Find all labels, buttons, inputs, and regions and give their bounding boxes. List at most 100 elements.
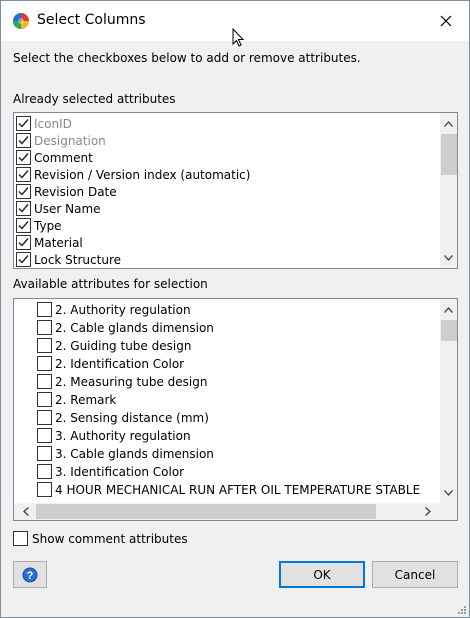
item-label: User Name: [34, 201, 101, 216]
scroll-left-arrow-icon[interactable]: [17, 503, 34, 520]
list-item[interactable]: 2. Guiding tube design: [37, 337, 437, 354]
list-item[interactable]: User Name: [16, 200, 436, 217]
list-item[interactable]: Revision Date: [16, 183, 436, 200]
item-label: 2. Authority regulation: [55, 302, 191, 317]
available-attributes-label: Available attributes for selection: [13, 277, 208, 291]
item-label: 3. Cable glands dimension: [55, 446, 214, 461]
selected-attributes-list[interactable]: Lock Structure Material Type User Name Revis…: [13, 112, 458, 269]
scroll-down-arrow-icon[interactable]: [440, 249, 457, 266]
item-checkbox[interactable]: [37, 410, 52, 425]
item-checkbox[interactable]: [37, 302, 52, 317]
checkmark-icon: [18, 204, 29, 213]
list-item[interactable]: 2. Authority regulation: [37, 301, 437, 318]
item-checkbox[interactable]: [16, 184, 31, 199]
help-button[interactable]: ?: [13, 561, 47, 588]
item-label: 2. Identification Color: [55, 356, 185, 371]
instructions-text: Select the checkboxes below to add or re…: [13, 51, 361, 65]
item-checkbox[interactable]: [16, 150, 31, 165]
item-label: 2. Cable glands dimension: [55, 320, 214, 335]
checkbox-box[interactable]: [13, 531, 28, 546]
list-item[interactable]: Comment: [16, 149, 436, 166]
selected-attributes-label: Already selected attributes: [13, 92, 176, 106]
item-label: 2. Measuring tube design: [55, 374, 208, 389]
hscroll-thumb[interactable]: [36, 504, 376, 519]
checkmark-icon: [18, 153, 29, 162]
item-checkbox[interactable]: [16, 218, 31, 233]
item-label: 2. Guiding tube design: [55, 338, 192, 353]
item-checkbox[interactable]: [37, 464, 52, 479]
window-title: Select Columns: [37, 12, 146, 28]
item-checkbox[interactable]: [37, 320, 52, 335]
mouse-cursor-icon: [232, 28, 245, 47]
scroll-thumb[interactable]: [441, 320, 457, 341]
item-checkbox[interactable]: [37, 446, 52, 461]
item-checkbox[interactable]: [16, 167, 31, 182]
item-checkbox[interactable]: [37, 356, 52, 371]
scrollbar-corner: [440, 503, 457, 520]
scroll-up-arrow-icon[interactable]: [440, 115, 457, 132]
scroll-down-arrow-icon[interactable]: [440, 484, 457, 501]
available-list-vscrollbar[interactable]: [440, 299, 457, 503]
item-checkbox[interactable]: [37, 338, 52, 353]
item-label: 4 HOUR MECHANICAL RUN AFTER OIL TEMPERAT…: [55, 482, 421, 497]
ok-button[interactable]: OK: [279, 561, 365, 588]
cancel-button[interactable]: Cancel: [372, 561, 458, 588]
checkmark-icon: [18, 170, 29, 179]
checkmark-icon: [18, 221, 29, 230]
list-item[interactable]: Type: [16, 217, 436, 234]
scroll-up-arrow-icon[interactable]: [440, 301, 457, 318]
help-icon: ?: [22, 567, 38, 582]
select-columns-dialog: Select Columns Select the checkboxes bel…: [0, 0, 470, 618]
item-checkbox[interactable]: [16, 252, 31, 267]
list-item[interactable]: Designation: [16, 132, 436, 149]
list-item[interactable]: IconID: [16, 115, 436, 132]
selected-list-scrollbar[interactable]: [440, 113, 457, 268]
checkmark-icon: [18, 238, 29, 247]
item-checkbox[interactable]: [37, 482, 52, 497]
list-item[interactable]: 2. Sensing distance (mm): [37, 409, 437, 426]
list-item[interactable]: Lock Structure: [16, 251, 436, 268]
item-checkbox[interactable]: [37, 374, 52, 389]
item-label: Revision / Version index (automatic): [34, 167, 251, 182]
item-checkbox[interactable]: [37, 392, 52, 407]
close-button[interactable]: [431, 8, 461, 34]
item-checkbox[interactable]: [37, 428, 52, 443]
item-label: Material: [34, 235, 83, 250]
list-item[interactable]: Material: [16, 234, 436, 251]
list-item[interactable]: 2. Identification Color: [37, 355, 437, 372]
resize-grip-icon[interactable]: [457, 605, 467, 615]
item-label: 2. Remark: [55, 392, 117, 407]
item-label: 2. Sensing distance (mm): [55, 410, 209, 425]
item-checkbox[interactable]: [16, 235, 31, 250]
list-item[interactable]: 3. Cable glands dimension: [37, 445, 437, 462]
list-item[interactable]: 3. Authority regulation: [37, 427, 437, 444]
available-attributes-list[interactable]: 4 HOUR MECHANICAL RUN AFTER OIL TEMPERAT…: [13, 298, 458, 521]
show-comment-attributes-label: Show comment attributes: [32, 531, 188, 546]
scroll-right-arrow-icon[interactable]: [419, 503, 436, 520]
item-label: Revision Date: [34, 184, 117, 199]
item-label: Lock Structure: [34, 252, 121, 267]
list-item[interactable]: 3. Identification Color: [37, 463, 437, 480]
item-label: Designation: [34, 133, 106, 148]
item-label: Type: [34, 218, 62, 233]
checkmark-icon: [18, 255, 29, 264]
list-item[interactable]: 2. Measuring tube design: [37, 373, 437, 390]
list-item[interactable]: 4 HOUR MECHANICAL RUN AFTER OIL TEMPERAT…: [37, 481, 437, 498]
scroll-thumb[interactable]: [441, 134, 457, 175]
list-item[interactable]: 2. Remark: [37, 391, 437, 408]
svg-text:?: ?: [27, 570, 34, 582]
checkmark-icon: [18, 136, 29, 145]
available-list-hscrollbar[interactable]: [14, 503, 440, 520]
show-comment-attributes-checkbox[interactable]: Show comment attributes: [13, 531, 188, 546]
item-checkbox[interactable]: [16, 201, 31, 216]
item-label: IconID: [34, 116, 72, 131]
item-checkbox[interactable]: [16, 116, 31, 131]
list-item[interactable]: Revision / Version index (automatic): [16, 166, 436, 183]
item-checkbox[interactable]: [16, 133, 31, 148]
app-logo-icon: [13, 13, 29, 29]
checkmark-icon: [18, 187, 29, 196]
close-icon: [440, 15, 452, 27]
list-item[interactable]: 2. Cable glands dimension: [37, 319, 437, 336]
item-label: 3. Authority regulation: [55, 428, 191, 443]
checkmark-icon: [18, 119, 29, 128]
